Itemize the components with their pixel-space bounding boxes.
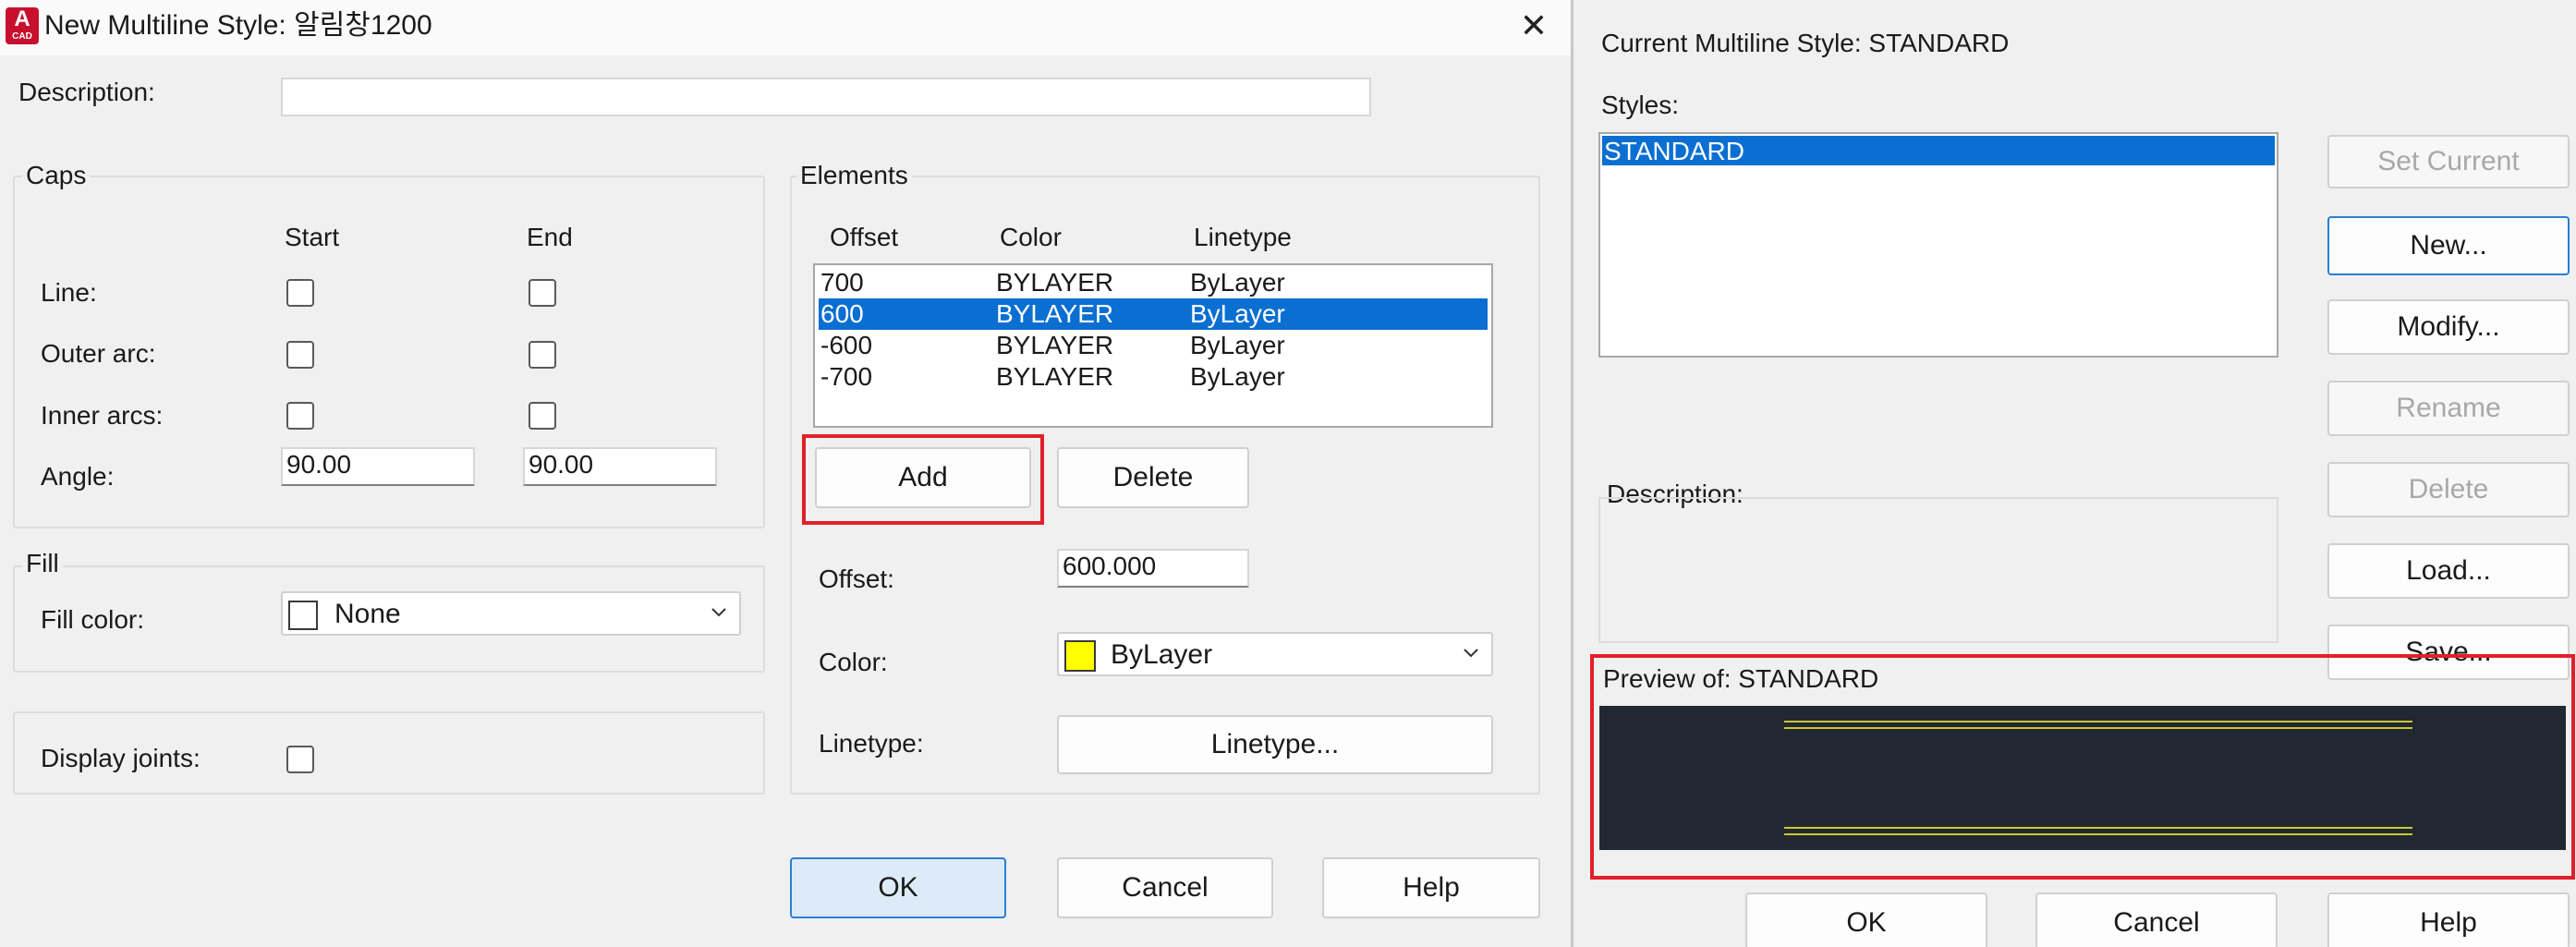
line-end-checkbox[interactable] <box>529 279 556 307</box>
fill-color-label: Fill color: <box>41 605 145 634</box>
element-color: BYLAYER <box>996 299 1114 328</box>
delete-element-button[interactable]: Delete <box>1057 447 1249 508</box>
outer-arc-label: Outer arc: <box>41 339 156 368</box>
chevron-down-icon <box>711 608 726 617</box>
chevron-down-icon <box>1464 649 1478 658</box>
offset-label: Offset: <box>819 565 894 593</box>
element-linetype: ByLayer <box>1190 362 1285 391</box>
fill-color-swatch <box>288 601 318 630</box>
ok-button[interactable]: OK <box>1745 892 1987 947</box>
styles-list[interactable]: STANDARD <box>1598 132 2278 358</box>
delete-style-button[interactable]: Delete <box>2327 462 2570 517</box>
set-current-button[interactable]: Set Current <box>2327 135 2570 188</box>
color-label: Color: <box>819 648 888 676</box>
color-value: ByLayer <box>1111 639 1213 670</box>
preview-label: Preview of: STANDARD <box>1603 664 1879 693</box>
add-element-button[interactable]: Add <box>815 447 1031 508</box>
inner-arcs-label: Inner arcs: <box>41 401 164 430</box>
fill-color-value: None <box>334 599 401 629</box>
element-row[interactable]: -700 BYLAYER ByLayer <box>819 361 1488 393</box>
inner-arcs-start-checkbox[interactable] <box>286 402 314 430</box>
style-description-box <box>1598 497 2278 643</box>
element-row[interactable]: 700 BYLAYER ByLayer <box>819 267 1488 298</box>
elements-list[interactable]: 700 BYLAYER ByLayer 600 BYLAYER ByLayer … <box>813 263 1493 428</box>
inner-arcs-end-checkbox[interactable] <box>529 402 556 430</box>
cancel-button[interactable]: Cancel <box>2035 892 2278 947</box>
title-bar: A CAD New Multiline Style: 알림창1200 ✕ <box>0 0 1571 55</box>
help-button[interactable]: Help <box>2327 892 2570 947</box>
element-offset: 700 <box>820 268 864 297</box>
angle-label: Angle: <box>41 462 115 491</box>
preview-canvas <box>1599 706 2566 850</box>
current-style-label: Current Multiline Style: STANDARD <box>1601 29 2010 57</box>
elements-group-label: Elements <box>796 160 912 191</box>
offset-column-header[interactable]: Offset <box>830 222 898 253</box>
element-offset: 600 <box>820 299 864 328</box>
element-row[interactable]: -600 BYLAYER ByLayer <box>819 330 1488 361</box>
outer-arc-end-checkbox[interactable] <box>529 341 556 369</box>
caps-end-header: End <box>527 223 573 251</box>
element-linetype: ByLayer <box>1190 268 1285 297</box>
autocad-logo-icon: A CAD <box>6 7 39 44</box>
multiline-preview <box>1599 706 2566 850</box>
angle-end-input[interactable]: 90.00 <box>523 447 717 486</box>
color-swatch <box>1064 640 1096 672</box>
new-style-button[interactable]: New... <box>2327 216 2570 275</box>
rename-button[interactable]: Rename <box>2327 381 2570 436</box>
angle-start-input[interactable]: 90.00 <box>281 447 475 486</box>
new-multiline-style-dialog: A CAD New Multiline Style: 알림창1200 ✕ Des… <box>0 0 1571 947</box>
element-color: BYLAYER <box>996 331 1114 359</box>
multiline-style-dialog: Current Multiline Style: STANDARD Styles… <box>1571 0 2576 947</box>
linetype-button[interactable]: Linetype... <box>1057 715 1493 774</box>
display-joints-label: Display joints: <box>41 744 200 772</box>
close-icon[interactable]: ✕ <box>1506 6 1561 46</box>
fill-color-dropdown[interactable]: None <box>281 591 741 636</box>
description-label: Description: <box>18 78 155 106</box>
fill-group-label: Fill <box>22 548 63 579</box>
dialog-title: New Multiline Style: 알림창1200 <box>44 10 432 41</box>
linetype-label: Linetype: <box>819 729 924 758</box>
element-linetype: ByLayer <box>1190 331 1285 359</box>
offset-input[interactable]: 600.000 <box>1057 549 1249 588</box>
caps-group-label: Caps <box>22 160 91 191</box>
caps-start-header: Start <box>285 223 340 251</box>
outer-arc-start-checkbox[interactable] <box>286 341 314 369</box>
color-column-header[interactable]: Color <box>1000 222 1062 253</box>
help-button[interactable]: Help <box>1322 857 1540 918</box>
style-item[interactable]: STANDARD <box>1602 136 2275 165</box>
element-color: BYLAYER <box>996 268 1114 297</box>
description-input[interactable] <box>281 78 1371 116</box>
line-caps-label: Line: <box>41 278 97 307</box>
load-button[interactable]: Load... <box>2327 543 2570 599</box>
element-linetype: ByLayer <box>1190 299 1285 328</box>
modify-button[interactable]: Modify... <box>2327 299 2570 355</box>
element-row-selected[interactable]: 600 BYLAYER ByLayer <box>819 298 1488 330</box>
cancel-button[interactable]: Cancel <box>1057 857 1273 918</box>
ok-button[interactable]: OK <box>790 857 1006 918</box>
element-offset: -700 <box>820 362 873 391</box>
element-color: BYLAYER <box>996 362 1114 391</box>
styles-label: Styles: <box>1601 91 1680 119</box>
line-start-checkbox[interactable] <box>286 279 314 307</box>
linetype-column-header[interactable]: Linetype <box>1194 222 1292 253</box>
color-dropdown[interactable]: ByLayer <box>1057 632 1493 676</box>
element-offset: -600 <box>820 331 873 359</box>
display-joints-checkbox[interactable] <box>286 746 314 773</box>
